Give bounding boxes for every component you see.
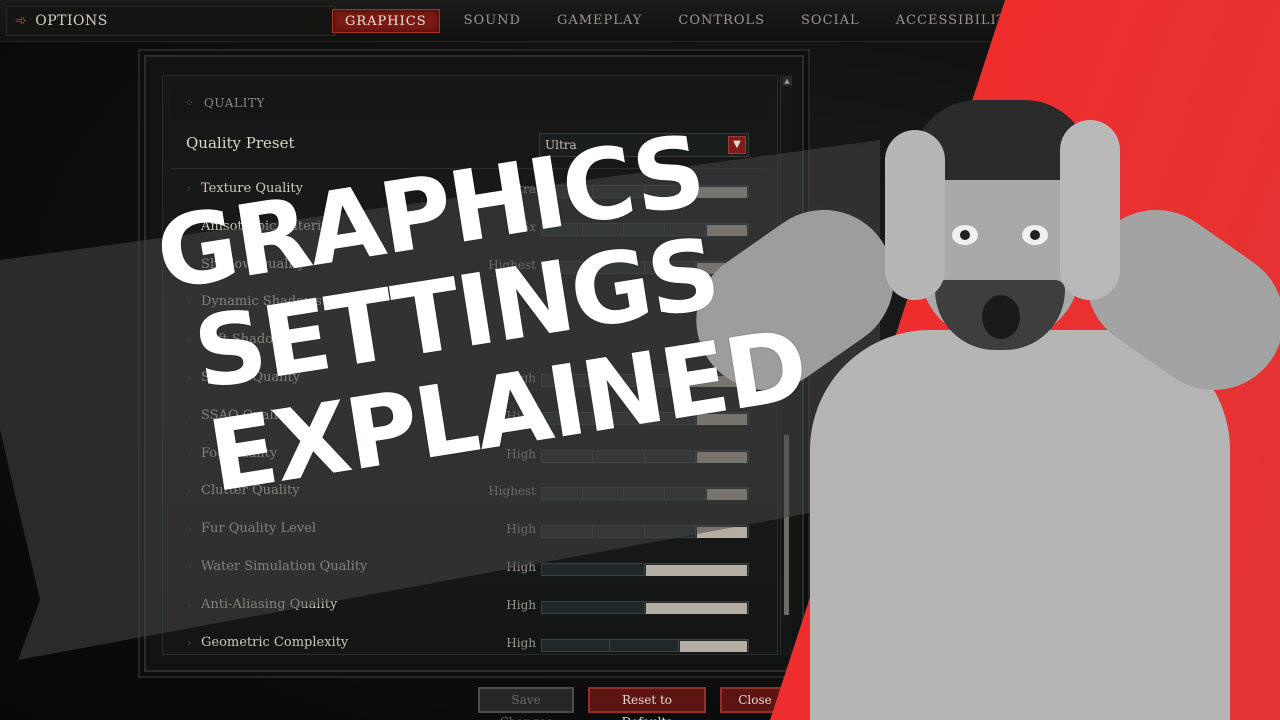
reset-defaults-button[interactable]: Reset to Defaults [588,687,706,720]
tab-gameplay[interactable]: GAMEPLAY [545,9,654,33]
slider-step[interactable] [542,601,645,613]
setting-label: Geometric Complexity [201,634,349,650]
person-left-eye [952,225,978,245]
person-right-hand [1060,120,1120,300]
tab-controls[interactable]: CONTROLS [666,9,777,33]
setting-row: › Geometric Complexity High [171,633,761,654]
person-mouth [982,295,1020,339]
tab-graphics[interactable]: GRAPHICS [332,9,440,33]
quality-preset-label: Quality Preset [186,134,295,152]
scroll-up-icon[interactable]: ▲ [782,76,792,86]
setting-value: High [506,635,536,650]
options-title: ➾ OPTIONS [6,6,336,36]
person-shirt [810,330,1230,720]
section-header-quality: ⁘ QUALITY [171,88,767,118]
section-title: QUALITY [203,96,266,110]
person-right-eye [1022,225,1048,245]
slider-step[interactable] [542,564,645,575]
expand-tick-icon: › [187,637,191,649]
tab-sound[interactable]: SOUND [452,9,533,33]
arrow-right-icon: ➾ [15,13,28,29]
options-tabs: GRAPHICS SOUND GAMEPLAY CONTROLS SOCIAL … [332,9,1040,33]
setting-value: High [506,597,536,612]
save-changes-button[interactable]: Save Changes [478,687,574,720]
person-left-hand [885,130,945,300]
section-dots-icon: ⁘ [185,97,194,109]
slider-step[interactable] [610,639,679,651]
slider-step[interactable] [542,639,611,651]
options-title-label: OPTIONS [35,13,108,29]
tab-social[interactable]: SOCIAL [789,9,872,33]
